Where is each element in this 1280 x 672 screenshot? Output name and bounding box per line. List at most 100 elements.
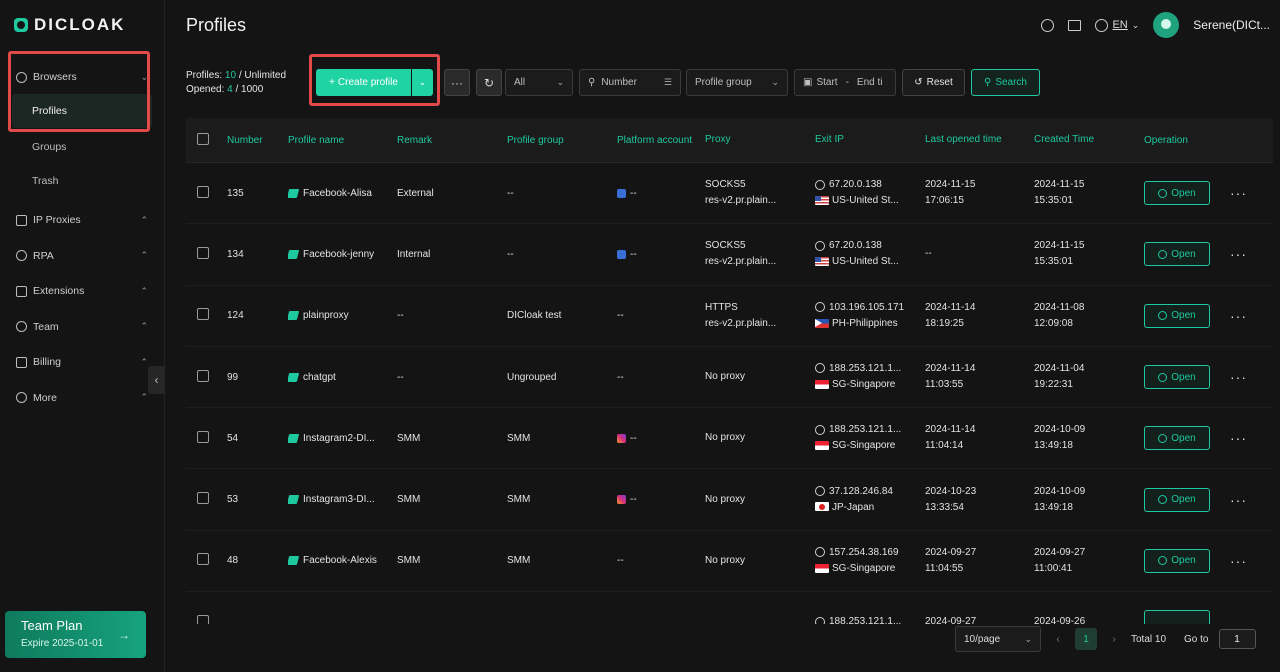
cell-number: 54 xyxy=(227,432,239,444)
open-profile-button[interactable] xyxy=(1144,610,1210,624)
cell-number: 53 xyxy=(227,494,239,506)
more-icon[interactable]: ··· xyxy=(1230,185,1247,201)
book-icon[interactable] xyxy=(1068,19,1082,31)
cell-profile-name[interactable]: Facebook-jenny xyxy=(288,249,397,260)
cell-proxy: No proxy xyxy=(705,369,815,385)
sidebar-section-rpa[interactable]: RPA ⌃ xyxy=(0,238,164,273)
open-profile-button[interactable]: Open xyxy=(1144,303,1210,328)
page-size-select[interactable]: 10/page ⌄ xyxy=(955,626,1041,652)
open-profile-button[interactable]: Open xyxy=(1144,181,1210,206)
table-row[interactable]: 134 Facebook-jenny Internal -- -- SOCKS5 res-v… xyxy=(186,224,1273,286)
header-profile-group: Profile group xyxy=(507,134,564,146)
cell-created: 2024-10-09 13:49:18 xyxy=(1034,422,1144,454)
table-row[interactable]: 54 Instagram2-DI... SMM SMM -- No proxy 188.25… xyxy=(186,408,1273,470)
ip-check-icon xyxy=(815,547,825,558)
reset-button[interactable]: ↺ Reset xyxy=(902,69,965,96)
row-checkbox[interactable] xyxy=(197,492,209,505)
header-proxy: Proxy xyxy=(705,134,731,145)
profile-icon xyxy=(288,188,300,198)
cell-profile-name[interactable]: Instagram2-DI... xyxy=(288,433,397,444)
chevron-up-icon: ⌃ xyxy=(140,356,148,367)
more-icon[interactable]: ··· xyxy=(1230,246,1247,262)
avatar[interactable] xyxy=(1153,12,1180,38)
table-row[interactable]: 99 chatgpt -- Ungrouped -- No proxy 188.253.12… xyxy=(186,347,1273,409)
cell-profile-name[interactable]: Facebook-Alisa xyxy=(288,188,397,199)
number-search-input[interactable]: ⚲ Number ☰ xyxy=(579,69,681,96)
open-profile-button[interactable]: Open xyxy=(1144,365,1210,390)
toolbar: Profiles: 10 / Unlimited Opened: 4 / 100… xyxy=(165,50,1280,110)
row-checkbox[interactable] xyxy=(197,369,209,382)
open-profile-button[interactable]: Open xyxy=(1144,487,1210,512)
header-created[interactable]: Created Time xyxy=(1034,132,1144,148)
team-plan-card[interactable]: Team Plan Expire 2025-01-01 → xyxy=(5,611,146,658)
table-row[interactable]: 135 Facebook-Alisa External -- -- SOCKS5 res-v… xyxy=(186,163,1273,225)
cell-profile-name[interactable]: Instagram3-DI... xyxy=(288,494,397,505)
table-row[interactable]: 188.253.121.1... 2024-09-27 2024-09-26 xyxy=(186,592,1273,624)
table-row[interactable]: 48 Facebook-Alexis SMM SMM -- No proxy 157.254… xyxy=(186,531,1273,593)
chevron-up-icon: ⌃ xyxy=(140,214,148,225)
profile-group-select[interactable]: Profile group ⌄ xyxy=(686,69,788,96)
more-icon[interactable]: ··· xyxy=(1230,430,1247,446)
row-checkbox[interactable] xyxy=(197,185,209,198)
sidebar-item-trash[interactable]: Trash xyxy=(0,164,164,198)
cell-platform-account: -- xyxy=(617,186,705,201)
exit-ip-country: SG-Singapore xyxy=(832,440,896,452)
cell-profile-name[interactable]: Facebook-Alexis xyxy=(288,555,397,566)
row-checkbox[interactable] xyxy=(197,614,209,624)
next-page-button[interactable]: › xyxy=(1107,634,1121,645)
prev-page-button[interactable]: ‹ xyxy=(1051,634,1065,645)
sidebar-section-label: Billing xyxy=(33,356,62,368)
cell-remark: External xyxy=(397,187,434,199)
table-header: Number Profile name Remark Profile group… xyxy=(186,118,1273,163)
last-opened-date: 2024-11-15 xyxy=(925,179,976,191)
status-filter-select[interactable]: All ⌄ xyxy=(505,69,573,96)
upload-icon[interactable] xyxy=(1041,18,1055,32)
row-checkbox[interactable] xyxy=(197,553,209,566)
created-time: 15:35:01 xyxy=(1034,256,1073,268)
platform-value: -- xyxy=(630,248,637,260)
row-checkbox[interactable] xyxy=(197,308,209,321)
sidebar-section-label: Team xyxy=(33,320,59,333)
row-checkbox[interactable] xyxy=(197,246,209,259)
created-time: 13:49:18 xyxy=(1034,440,1073,452)
date-range-picker[interactable]: ▣ Start - End ti xyxy=(794,69,896,96)
search-button[interactable]: ⚲ Search xyxy=(971,69,1040,96)
select-all-checkbox[interactable] xyxy=(197,132,209,145)
cell-profile-name[interactable]: chatgpt xyxy=(288,372,397,383)
table-row[interactable]: 53 Instagram3-DI... SMM SMM -- No proxy 37.128… xyxy=(186,469,1273,531)
last-opened-date: 2024-11-14 xyxy=(925,363,976,375)
sidebar-section-ip-proxies[interactable]: IP Proxies ⌃ xyxy=(0,202,164,238)
cell-profile-name[interactable]: plainproxy xyxy=(288,310,397,321)
more-icon[interactable]: ··· xyxy=(1230,553,1247,569)
username[interactable]: Serene(DICt... xyxy=(1193,18,1270,32)
row-checkbox[interactable] xyxy=(197,430,209,443)
sidebar-collapse-button[interactable]: ‹ xyxy=(148,366,165,394)
open-label: Open xyxy=(1171,310,1196,322)
created-date: 2024-11-04 xyxy=(1034,363,1085,375)
create-profile-dropdown[interactable]: ⌄ xyxy=(412,69,433,96)
header-last-opened[interactable]: Last opened time xyxy=(925,132,1034,148)
sidebar-section-extensions[interactable]: Extensions ⌃ xyxy=(0,273,164,309)
refresh-button[interactable]: ↻ xyxy=(476,69,502,96)
sidebar-section-label: More xyxy=(33,391,57,404)
table-row[interactable]: 124 plainproxy -- DICloak test -- HTTPS res-v2… xyxy=(186,286,1273,347)
sidebar-item-groups[interactable]: Groups xyxy=(0,130,164,164)
header-number[interactable]: Number xyxy=(227,135,288,146)
more-actions-button[interactable]: ··· xyxy=(444,69,470,96)
create-profile-button[interactable]: + Create profile xyxy=(316,69,411,96)
sidebar-section-team[interactable]: Team ⌃ xyxy=(0,309,164,344)
goto-page-input[interactable]: 1 xyxy=(1218,629,1256,649)
more-icon[interactable]: ··· xyxy=(1230,369,1247,385)
more-icon[interactable]: ··· xyxy=(1230,308,1247,324)
filter-sliders-icon[interactable]: ☰ xyxy=(664,77,672,88)
sidebar-section-billing[interactable]: Billing ⌃ xyxy=(0,344,164,380)
open-profile-button[interactable]: Open xyxy=(1144,426,1210,451)
profile-name: Facebook-Alisa xyxy=(303,187,372,199)
language-selector[interactable]: EN ⌄ xyxy=(1095,18,1139,32)
open-profile-button[interactable]: Open xyxy=(1144,548,1210,573)
more-icon[interactable]: ··· xyxy=(1230,492,1247,508)
sidebar-section-more[interactable]: More ⌃ xyxy=(0,380,164,415)
page-number[interactable]: 1 xyxy=(1075,628,1097,650)
logo: DICLOAK xyxy=(0,0,164,50)
open-profile-button[interactable]: Open xyxy=(1144,242,1210,267)
